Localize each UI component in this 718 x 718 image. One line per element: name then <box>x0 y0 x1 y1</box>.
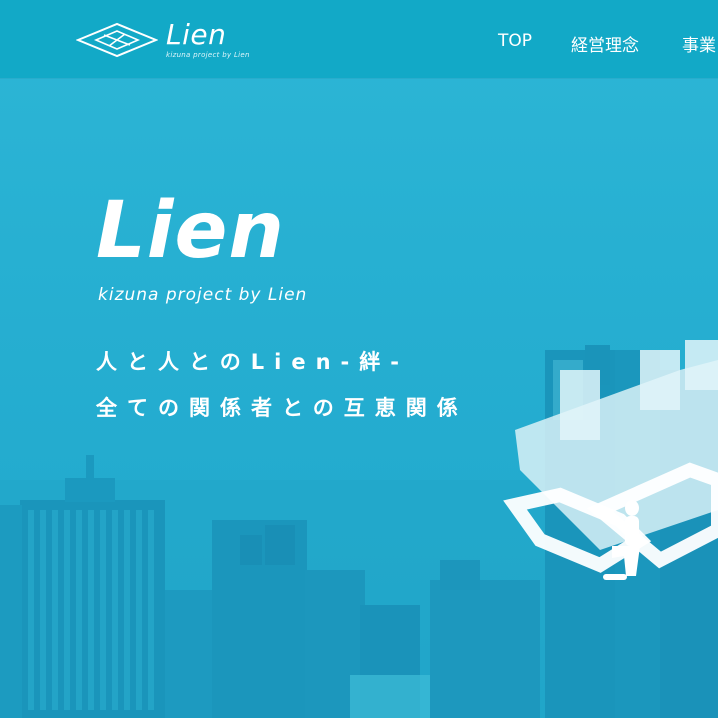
nav-item-business[interactable]: 事業 <box>682 31 716 56</box>
nav-item-top[interactable]: TOP <box>498 31 532 51</box>
site-header: Lien kizuna project by Lien TOP 経営理念 事業 <box>0 0 718 78</box>
hero-subtitle: kizuna project by Lien <box>98 285 308 305</box>
nav-item-philosophy[interactable]: 経営理念 <box>571 31 639 56</box>
page-frame: Lien kizuna project by Lien TOP 経営理念 事業 … <box>0 0 718 718</box>
hero-tagline-2: 全ての関係者との互恵関係 <box>96 396 468 420</box>
main-nav: TOP 経営理念 事業 <box>0 31 718 56</box>
city-skyline-image <box>0 340 718 718</box>
hero-title: Lien <box>96 186 285 276</box>
hero-tagline-1: 人と人とのLien-絆- <box>96 350 409 374</box>
